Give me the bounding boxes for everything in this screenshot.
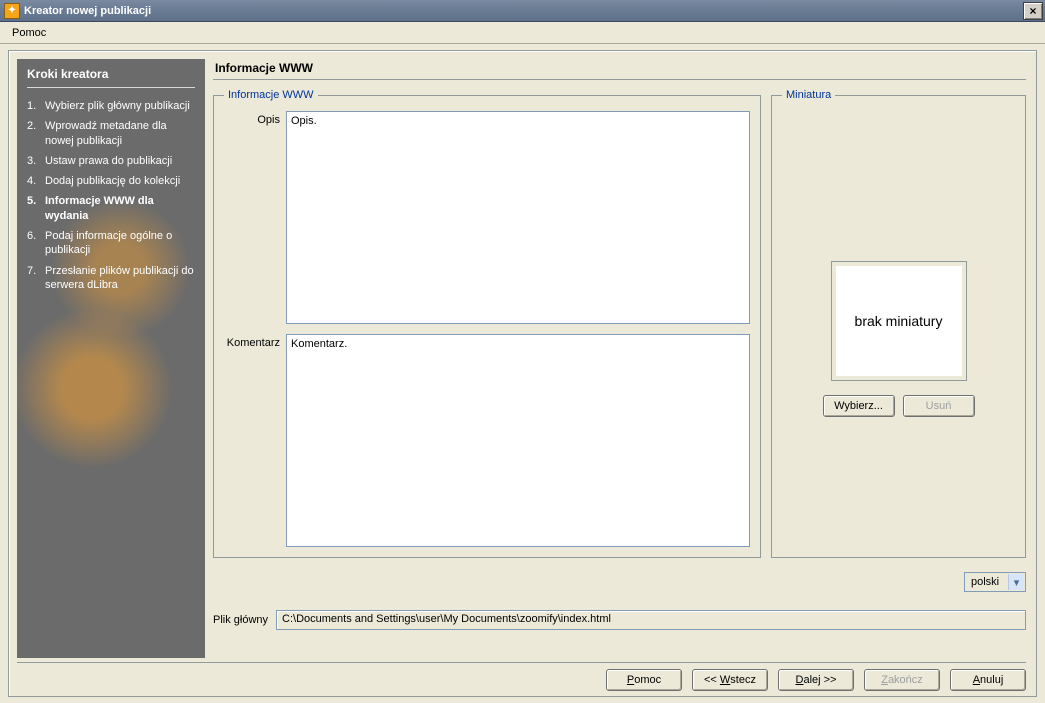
back-button[interactable]: << Wstecz [692,669,768,691]
language-select[interactable]: polski ▾ [964,572,1026,592]
label-opis: Opis [224,111,280,324]
textarea-opis[interactable] [286,111,750,324]
step-3[interactable]: Ustaw prawa do publikacji [27,151,195,171]
chevron-down-icon: ▾ [1008,574,1024,590]
help-button-rest: omoc [634,674,661,686]
menu-bar: Pomoc [0,22,1045,44]
step-1[interactable]: Wybierz plik główny publikacji [27,96,195,116]
help-button[interactable]: Pomoc [606,669,682,691]
step-4[interactable]: Dodaj publikację do kolekcji [27,171,195,191]
wizard-main: Informacje WWW Informacje WWW Opis Komen… [213,59,1026,658]
step-2[interactable]: Wprowadź metadane dla nowej publikacji [27,116,195,151]
fieldset-miniatura: Miniatura brak miniatury Wybierz... Usuń [771,89,1026,558]
window-title: Kreator nowej publikacji [24,5,1021,17]
step-7[interactable]: Przesłanie plików publikacji do serwera … [27,261,195,296]
app-icon: ✦ [4,3,20,19]
step-5[interactable]: Informacje WWW dla wydania [27,191,195,226]
legend-www: Informacje WWW [224,89,318,101]
menu-help[interactable]: Pomoc [6,25,52,41]
wizard-sidebar: Kroki kreatora Wybierz plik główny publi… [17,59,205,658]
close-button[interactable]: × [1023,2,1043,20]
wizard-footer: Pomoc << Wstecz Dalej >> Zakończ Anuluj [17,662,1026,688]
sidebar-header: Kroki kreatora [27,67,195,88]
fieldset-www: Informacje WWW Opis Komentarz [213,89,761,558]
textarea-komentarz[interactable] [286,334,750,547]
wizard-panel: Kroki kreatora Wybierz plik główny publi… [8,50,1037,697]
next-button[interactable]: Dalej >> [778,669,854,691]
title-bar: ✦ Kreator nowej publikacji × [0,0,1045,22]
page-title: Informacje WWW [213,59,1026,80]
main-file-field: C:\Documents and Settings\user\My Docume… [276,610,1026,630]
step-6[interactable]: Podaj informacje ogólne o publikacji [27,226,195,261]
label-komentarz: Komentarz [224,334,280,547]
choose-thumbnail-button[interactable]: Wybierz... [823,395,895,417]
legend-miniatura: Miniatura [782,89,835,101]
delete-thumbnail-button[interactable]: Usuń [903,395,975,417]
thumbnail-placeholder: brak miniatury [831,261,967,381]
finish-button[interactable]: Zakończ [864,669,940,691]
label-main-file: Plik główny [213,614,268,626]
wizard-steps: Wybierz plik główny publikacji Wprowadź … [27,96,195,295]
language-value: polski [971,576,999,588]
cancel-button[interactable]: Anuluj [950,669,1026,691]
